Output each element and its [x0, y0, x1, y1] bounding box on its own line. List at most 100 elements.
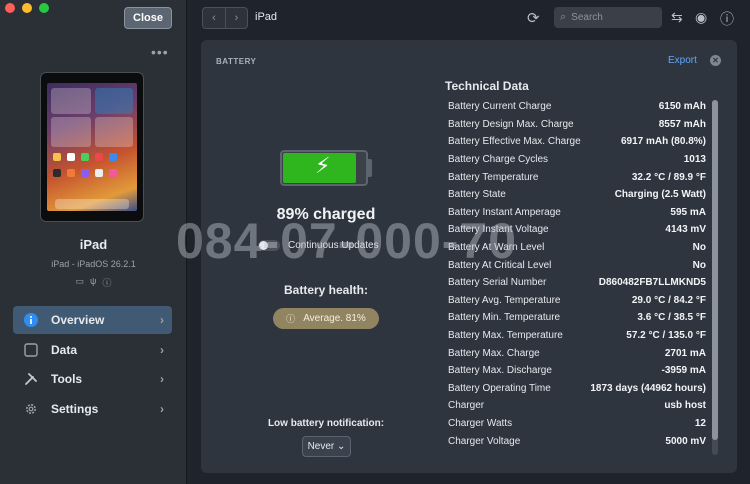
row-key: Battery Operating Time — [448, 382, 551, 394]
row-key: Battery Avg. Temperature — [448, 294, 561, 306]
row-key: Battery Design Max. Charge — [448, 118, 574, 130]
row-key: Battery Serial Number — [448, 277, 547, 289]
sidebar-item-settings[interactable]: Settings › — [13, 395, 172, 423]
low-battery-notification-label: Low battery notification: — [267, 418, 385, 429]
charging-bolt-icon: ⚡︎ — [315, 153, 331, 178]
info-icon[interactable]: ⓘ — [102, 276, 111, 289]
watermark-text: 084-07-000-70 — [176, 213, 518, 269]
row-value: 12 — [694, 417, 706, 429]
scrollbar-thumb[interactable] — [712, 100, 718, 440]
table-row: Battery Avg. Temperature 29.0 °C / 84.2 °… — [437, 292, 709, 310]
table-row: Battery Operating Time 1873 days (44962 h… — [437, 380, 709, 398]
scrollbar[interactable] — [712, 100, 718, 455]
toolbar: ‹ › iPad ⟳ ⌕ Search ⇆ ◉ ⓘ — [188, 0, 750, 36]
row-value: 6150 mAh — [658, 101, 706, 113]
table-row: Battery Min. Temperature 3.6 °C / 38.5 °F — [437, 309, 709, 327]
low-battery-notification-select[interactable]: Never ⌄ — [302, 436, 351, 457]
row-value: Charging (2.5 Watt) — [614, 189, 706, 201]
back-button[interactable]: ‹ — [203, 8, 225, 28]
sidebar-nav: Overview › Data › Tools › Settings › — [13, 306, 172, 424]
close-button[interactable]: Close — [124, 7, 172, 29]
row-key: Battery Effective Max. Charge — [448, 136, 581, 148]
refresh-icon[interactable]: ⟳ — [527, 9, 540, 27]
row-value: 6917 mAh (80.8%) — [620, 136, 706, 148]
sidebar-item-overview[interactable]: Overview › — [13, 306, 172, 334]
history-nav: ‹ › — [202, 7, 248, 29]
section-title: BATTERY — [216, 57, 257, 66]
row-value: 2701 mA — [664, 347, 706, 359]
row-key: Battery Temperature — [448, 171, 539, 183]
table-row: Battery Max. Charge 2701 mA — [437, 344, 709, 362]
gear-icon — [23, 401, 39, 417]
row-value: No — [692, 242, 706, 254]
table-row: Battery Max. Discharge -3959 mA — [437, 362, 709, 380]
table-row: Battery Serial Number D860482FB7LLMKND5 — [437, 274, 709, 292]
table-row: Charger Watts 12 — [437, 415, 709, 433]
table-row: Battery Current Charge 6150 mAh — [437, 98, 709, 116]
row-value: 1013 — [683, 154, 706, 166]
tools-icon — [23, 371, 39, 387]
minimize-window-button[interactable] — [22, 3, 32, 13]
row-value: D860482FB7LLMKND5 — [598, 277, 706, 289]
sidebar-item-data[interactable]: Data › — [13, 336, 172, 364]
usb-icon: ψ — [90, 276, 97, 286]
close-window-button[interactable] — [5, 3, 15, 13]
chevron-right-icon: › — [160, 401, 164, 416]
row-key: Battery Min. Temperature — [448, 312, 561, 324]
battery-terminal — [367, 159, 372, 177]
forward-button[interactable]: › — [225, 8, 247, 28]
square-icon — [23, 342, 39, 358]
row-value: 3.6 °C / 38.5 °F — [637, 312, 706, 324]
technical-data-title: Technical Data — [445, 79, 529, 93]
table-row: Battery Charge Cycles 1013 — [437, 151, 709, 169]
search-field[interactable]: ⌕ Search — [554, 7, 662, 28]
row-key: Battery Max. Temperature — [448, 330, 563, 342]
row-value: 4143 mV — [665, 224, 706, 236]
row-value: 29.0 °C / 84.2 °F — [631, 294, 706, 306]
more-options-icon[interactable]: ••• — [151, 44, 169, 60]
row-value: -3959 mA — [661, 365, 706, 377]
row-value: 32.2 °C / 89.9 °F — [631, 171, 706, 183]
battery-icon: ▭ — [75, 276, 85, 286]
transfer-icon[interactable]: ⇆ — [671, 9, 683, 26]
sidebar-item-label: Tools — [51, 372, 83, 386]
chevron-right-icon: › — [160, 342, 164, 357]
info-icon: ⓘ — [286, 314, 296, 324]
info-icon — [23, 312, 39, 328]
row-value: 5000 mV — [665, 435, 706, 447]
table-row: Battery State Charging (2.5 Watt) — [437, 186, 709, 204]
row-key: Battery Current Charge — [448, 101, 552, 113]
row-key: Battery State — [448, 189, 506, 201]
technical-data-table: Battery Current Charge 6150 mAh Battery De… — [437, 98, 709, 458]
row-value: 595 mA — [670, 206, 706, 218]
search-icon: ⌕ — [560, 11, 567, 23]
sidebar-item-label: Data — [51, 342, 78, 357]
row-value: No — [692, 259, 706, 271]
export-button[interactable]: Export — [668, 55, 697, 66]
table-row: Battery Temperature 32.2 °C / 89.9 °F — [437, 168, 709, 186]
battery-health-label: Battery health: — [283, 283, 369, 297]
zoom-window-button[interactable] — [39, 3, 49, 13]
close-panel-icon[interactable]: ✕ — [710, 55, 721, 66]
search-placeholder: Search — [571, 12, 603, 23]
sidebar-item-label: Overview — [51, 313, 105, 327]
table-row: Battery Design Max. Charge 8557 mAh — [437, 116, 709, 134]
chevron-right-icon: › — [160, 372, 164, 386]
table-row: Charger usb host — [437, 397, 709, 415]
row-value: 1873 days (44962 hours) — [590, 382, 706, 394]
battery-health-badge: ⓘ Average. 81% — [273, 308, 379, 329]
row-key: Battery Max. Discharge — [448, 365, 552, 377]
sidebar-item-tools[interactable]: Tools › — [13, 365, 172, 393]
row-key: Battery Max. Charge — [448, 347, 540, 359]
row-key: Charger — [448, 400, 485, 412]
table-row: Battery Effective Max. Charge 6917 mAh (8… — [437, 133, 709, 151]
battery-health-value: Average. 81% — [303, 313, 366, 324]
row-key: Charger Watts — [448, 417, 513, 429]
help-icon[interactable]: ⓘ — [720, 9, 734, 29]
page-title: iPad — [255, 11, 278, 23]
chevron-right-icon: › — [160, 313, 164, 327]
table-row: Charger Voltage 5000 mV — [437, 432, 709, 450]
device-image — [40, 72, 144, 222]
account-icon[interactable]: ◉ — [695, 9, 707, 26]
row-value: 8557 mAh — [658, 118, 706, 130]
